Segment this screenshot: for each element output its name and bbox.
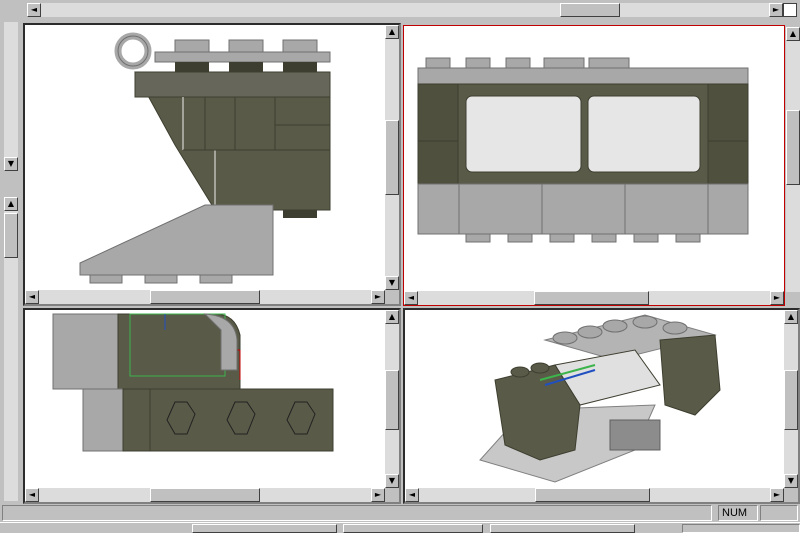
- taskbar-button-3[interactable]: [490, 524, 635, 533]
- left-view-scroll-v-thumb[interactable]: [385, 370, 399, 430]
- taskbar-quicklaunch[interactable]: [8, 524, 158, 533]
- front-scroll-v-thumb[interactable]: [385, 120, 399, 195]
- 3d-scroll-v-thumb[interactable]: [784, 370, 798, 430]
- view-pane-front[interactable]: ▲ ▼ ◄ ►: [23, 23, 401, 306]
- top-right-corner-button[interactable]: [783, 3, 797, 17]
- model-front-drawing: [79, 32, 331, 284]
- 3d-scroll-right-button[interactable]: ►: [770, 488, 784, 502]
- left-edge-down-button[interactable]: ▼: [4, 157, 18, 171]
- front-scroll-h-thumb[interactable]: [150, 290, 260, 304]
- status-bar: NUM: [0, 504, 800, 522]
- status-message: [2, 505, 712, 521]
- status-num-indicator: NUM: [718, 505, 758, 521]
- 3d-scroll-down-button[interactable]: ▼: [784, 474, 798, 488]
- front-scroll-down-button[interactable]: ▼: [385, 276, 399, 290]
- front-scroll-right-button[interactable]: ►: [371, 290, 385, 304]
- taskbar-button-1[interactable]: [192, 524, 337, 533]
- top-scroll-thumb[interactable]: [560, 3, 620, 17]
- top-view-scroll-right-button[interactable]: ►: [770, 291, 784, 305]
- right-edge-up-button[interactable]: ▲: [786, 27, 800, 41]
- top-view-scroll-left-button[interactable]: ◄: [404, 291, 418, 305]
- top-view-scroll-h-thumb[interactable]: [534, 291, 649, 305]
- viewport-left[interactable]: [25, 310, 385, 488]
- right-edge-thumb[interactable]: [786, 110, 800, 185]
- view-pane-left[interactable]: ▲ ▼ ◄ ►: [23, 308, 401, 504]
- viewport-3d[interactable]: [405, 310, 784, 488]
- left-view-scroll-up-button[interactable]: ▲: [385, 310, 399, 324]
- left-view-scroll-down-button[interactable]: ▼: [385, 474, 399, 488]
- left-edge-up-button[interactable]: ▲: [4, 197, 18, 211]
- left-view-scroll-right-button[interactable]: ►: [371, 488, 385, 502]
- left-edge-track-upper[interactable]: [4, 22, 18, 157]
- model-3d-drawing: [479, 314, 721, 483]
- left-edge-thumb[interactable]: [4, 213, 18, 258]
- front-scroll-up-button[interactable]: ▲: [385, 25, 399, 39]
- front-scroll-left-button[interactable]: ◄: [25, 290, 39, 304]
- top-scroll-left-button[interactable]: ◄: [27, 3, 41, 17]
- taskbar-tray: [682, 524, 800, 533]
- 3d-scroll-left-button[interactable]: ◄: [405, 488, 419, 502]
- 3d-scroll-h-thumb[interactable]: [535, 488, 650, 502]
- 3d-scroll-up-button[interactable]: ▲: [784, 310, 798, 324]
- view-pane-top[interactable]: ◄ ►: [403, 25, 785, 306]
- viewport-top[interactable]: [404, 26, 784, 291]
- viewport-front[interactable]: [25, 25, 385, 290]
- top-scroll-right-button[interactable]: ►: [769, 3, 783, 17]
- view-pane-3d[interactable]: ▲ ▼ ◄ ►: [403, 308, 800, 504]
- top-scroll-track[interactable]: [41, 3, 769, 17]
- left-view-scroll-left-button[interactable]: ◄: [25, 488, 39, 502]
- taskbar-button-2[interactable]: [343, 524, 483, 533]
- model-top-drawing: [417, 57, 749, 243]
- model-left-drawing: [52, 313, 334, 452]
- status-extra-indicator: [760, 505, 798, 521]
- left-view-scroll-h-thumb[interactable]: [150, 488, 260, 502]
